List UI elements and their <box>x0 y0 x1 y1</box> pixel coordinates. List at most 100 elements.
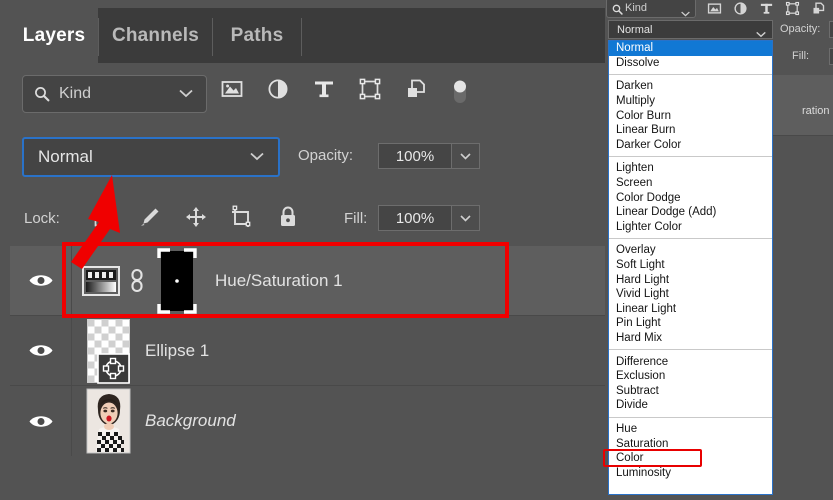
menu-item-exclusion[interactable]: Exclusion <box>609 369 772 384</box>
shape-filter-icon[interactable] <box>785 1 800 16</box>
blend-mode-value: Normal <box>38 147 93 167</box>
flyout-blend-mode-value: Normal <box>617 24 652 36</box>
menu-item-pin-light[interactable]: Pin Light <box>609 316 772 331</box>
smartobject-filter-icon[interactable] <box>404 77 428 101</box>
image-filter-icon[interactable] <box>707 1 722 16</box>
menu-item-vivid-light[interactable]: Vivid Light <box>609 287 772 302</box>
menu-item-hue[interactable]: Hue <box>609 422 772 437</box>
flyout-fill-label: Fill: <box>792 50 809 62</box>
menu-item-darker-color[interactable]: Darker Color <box>609 138 772 153</box>
layer-visibility-toggle[interactable] <box>10 386 72 456</box>
blend-mode-row: Normal Opacity: 100% <box>10 125 605 191</box>
photoshop-layers-panel-screenshot: Layers Channels Paths Kind <box>0 0 833 500</box>
menu-separator <box>609 345 772 354</box>
tab-layers-label: Layers <box>23 25 85 47</box>
filter-type-icons <box>220 77 470 101</box>
menu-item-difference[interactable]: Difference <box>609 354 772 369</box>
menu-item-saturation[interactable]: Saturation <box>609 436 772 451</box>
tab-paths[interactable]: Paths <box>213 8 301 63</box>
layer-name-label: Background <box>145 411 236 431</box>
flyout-fill-value[interactable]: 100% <box>829 48 833 65</box>
adjustment-filter-icon[interactable] <box>266 77 290 101</box>
table-row[interactable]: Ellipse 1 <box>10 316 605 386</box>
fill-value-field[interactable]: 100% <box>378 205 452 231</box>
opacity-stepper-chevron[interactable] <box>452 143 480 169</box>
eye-icon <box>28 413 54 430</box>
tab-layers[interactable]: Layers <box>10 8 98 63</box>
menu-item-overlay[interactable]: Overlay <box>609 243 772 258</box>
menu-item-color-burn[interactable]: Color Burn <box>609 108 772 123</box>
eye-icon <box>28 342 54 359</box>
menu-item-color-dodge[interactable]: Color Dodge <box>609 190 772 205</box>
tab-channels[interactable]: Channels <box>99 8 212 63</box>
menu-item-soft-light[interactable]: Soft Light <box>609 258 772 273</box>
hue-saturation-adjustment-thumbnail[interactable] <box>81 263 121 299</box>
flyout-opacity-value[interactable]: 100% <box>829 21 833 38</box>
opacity-value-field[interactable]: 100% <box>378 143 452 169</box>
lock-artboard-nesting-icon[interactable] <box>230 205 254 229</box>
shape-layer-thumbnail[interactable] <box>86 318 131 384</box>
menu-item-linear-dodge-add[interactable]: Linear Dodge (Add) <box>609 205 772 220</box>
layer-visibility-toggle[interactable] <box>10 316 72 385</box>
flyout-opacity-label: Opacity: <box>780 23 820 35</box>
type-filter-icon[interactable] <box>759 1 774 16</box>
lock-transparent-pixels-icon[interactable] <box>92 205 116 229</box>
menu-item-lighter-color[interactable]: Lighter Color <box>609 220 772 235</box>
menu-item-subtract[interactable]: Subtract <box>609 383 772 398</box>
tab-channels-label: Channels <box>112 25 199 47</box>
link-icon[interactable] <box>127 268 147 294</box>
layer-list: Hue/Saturation 1 <box>10 246 605 494</box>
layer-name-label: Hue/Saturation 1 <box>215 271 343 291</box>
lock-icon-group <box>92 205 300 229</box>
eye-icon <box>28 272 54 289</box>
menu-item-normal[interactable]: Normal <box>609 41 772 56</box>
lock-row: Lock: <box>10 191 605 246</box>
lock-image-pixels-icon[interactable] <box>138 205 162 229</box>
adjustment-filter-icon[interactable] <box>733 1 748 16</box>
kind-filter-label-small: Kind <box>625 2 647 14</box>
smartobject-filter-icon[interactable] <box>811 1 826 16</box>
image-filter-icon[interactable] <box>220 77 244 101</box>
layers-panel: Layers Channels Paths Kind <box>0 0 605 500</box>
layer-mask-thumbnail[interactable] <box>153 247 201 315</box>
tab-divider <box>301 18 302 56</box>
panel-tabstrip: Layers Channels Paths <box>10 8 605 63</box>
type-filter-icon[interactable] <box>312 77 336 101</box>
blend-mode-flyout-panel: Kind <box>605 0 833 500</box>
search-icon <box>612 2 623 20</box>
flyout-blend-mode-select[interactable]: Normal <box>608 20 773 39</box>
menu-item-hard-mix[interactable]: Hard Mix <box>609 331 772 346</box>
kind-filter-label: Kind <box>59 85 91 103</box>
menu-item-linear-burn[interactable]: Linear Burn <box>609 123 772 138</box>
menu-item-color[interactable]: Color <box>609 451 772 466</box>
menu-separator <box>609 234 772 243</box>
menu-item-luminosity[interactable]: Luminosity <box>609 465 772 480</box>
lock-all-icon[interactable] <box>276 205 300 229</box>
shape-filter-icon[interactable] <box>358 77 382 101</box>
menu-item-hard-light[interactable]: Hard Light <box>609 272 772 287</box>
flyout-filter-icons <box>707 1 826 16</box>
menu-item-darken[interactable]: Darken <box>609 79 772 94</box>
menu-item-divide[interactable]: Divide <box>609 398 772 413</box>
menu-item-multiply[interactable]: Multiply <box>609 94 772 109</box>
background-photo-thumbnail[interactable] <box>86 388 131 454</box>
menu-separator <box>609 152 772 161</box>
chevron-down-icon[interactable] <box>250 148 264 166</box>
chevron-down-icon[interactable] <box>179 85 193 103</box>
blend-mode-option-list[interactable]: NormalDissolveDarkenMultiplyColor BurnLi… <box>608 40 773 495</box>
table-row[interactable]: Background <box>10 386 605 456</box>
blend-mode-select[interactable]: Normal <box>22 137 280 177</box>
lock-position-icon[interactable] <box>184 205 208 229</box>
layer-visibility-toggle[interactable] <box>10 246 72 315</box>
filter-toggle-icon[interactable] <box>450 77 470 101</box>
fill-stepper-chevron[interactable] <box>452 205 480 231</box>
menu-item-screen[interactable]: Screen <box>609 176 772 191</box>
menu-item-dissolve[interactable]: Dissolve <box>609 56 772 71</box>
menu-item-linear-light[interactable]: Linear Light <box>609 302 772 317</box>
kind-filter-select[interactable]: Kind <box>22 75 207 113</box>
menu-item-lighten[interactable]: Lighten <box>609 161 772 176</box>
kind-filter-select-small[interactable]: Kind <box>606 0 696 18</box>
table-row[interactable]: Hue/Saturation 1 <box>10 246 605 316</box>
search-icon <box>34 86 50 102</box>
layer-name-label: Ellipse 1 <box>145 341 209 361</box>
